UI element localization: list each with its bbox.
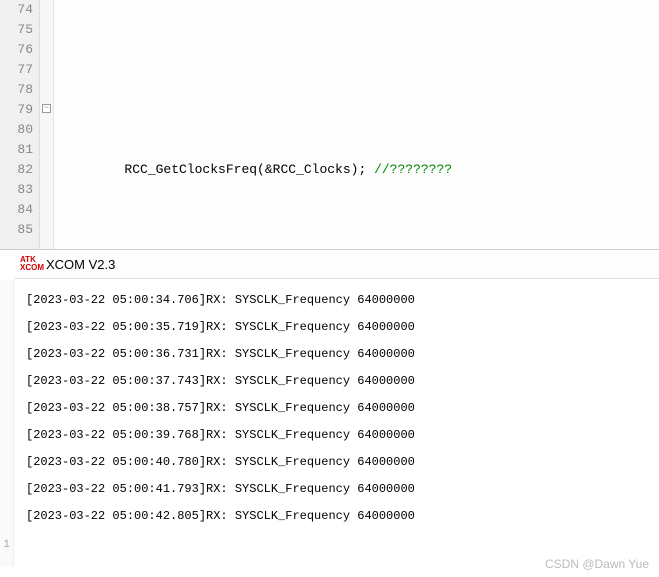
code-line[interactable] (62, 220, 659, 240)
line-number: 82 (0, 160, 33, 180)
fold-toggle-icon[interactable]: − (42, 104, 51, 113)
terminal-output[interactable]: [2023-03-22 05:00:34.706]RX: SYSCLK_Freq… (14, 279, 659, 538)
code-line[interactable]: RCC_GetClocksFreq(&RCC_Clocks); //??????… (62, 160, 659, 180)
watermark: CSDN @Dawn Yue (545, 557, 649, 571)
line-number: 80 (0, 120, 33, 140)
line-number: 78 (0, 80, 33, 100)
code-editor[interactable]: 74 75 76 77 78 79 80 81 82 83 84 85 − RC… (0, 0, 659, 250)
line-number: 77 (0, 60, 33, 80)
line-number: 75 (0, 20, 33, 40)
fold-gutter: − (40, 0, 54, 249)
xcom-app-icon: ATK XCOM (24, 256, 40, 272)
terminal-line: [2023-03-22 05:00:42.805]RX: SYSCLK_Freq… (26, 503, 647, 530)
line-number: 81 (0, 140, 33, 160)
terminal-line: [2023-03-22 05:00:34.706]RX: SYSCLK_Freq… (26, 287, 647, 314)
line-number: 85 (0, 220, 33, 240)
code-line[interactable] (62, 40, 659, 60)
terminal-line: [2023-03-22 05:00:35.719]RX: SYSCLK_Freq… (26, 314, 647, 341)
line-number-gutter: 74 75 76 77 78 79 80 81 82 83 84 85 (0, 0, 40, 249)
terminal-title: XCOM V2.3 (46, 257, 115, 272)
terminal-line: [2023-03-22 05:00:36.731]RX: SYSCLK_Freq… (26, 341, 647, 368)
terminal-line: [2023-03-22 05:00:39.768]RX: SYSCLK_Freq… (26, 422, 647, 449)
line-number: 76 (0, 40, 33, 60)
line-number: 74 (0, 0, 33, 20)
left-ruler: 1 (0, 280, 14, 567)
line-number: 79 (0, 100, 33, 120)
line-number: 83 (0, 180, 33, 200)
terminal-line: [2023-03-22 05:00:38.757]RX: SYSCLK_Freq… (26, 395, 647, 422)
ruler-mark: 1 (0, 538, 13, 552)
terminal-line: [2023-03-22 05:00:40.780]RX: SYSCLK_Freq… (26, 449, 647, 476)
line-number: 84 (0, 200, 33, 220)
code-area[interactable]: RCC_GetClocksFreq(&RCC_Clocks); //??????… (54, 0, 659, 249)
code-line[interactable] (62, 100, 659, 120)
terminal-line: [2023-03-22 05:00:41.793]RX: SYSCLK_Freq… (26, 476, 647, 503)
terminal-line: [2023-03-22 05:00:37.743]RX: SYSCLK_Freq… (26, 368, 647, 395)
terminal-titlebar[interactable]: ATK XCOM XCOM V2.3 (14, 250, 659, 279)
